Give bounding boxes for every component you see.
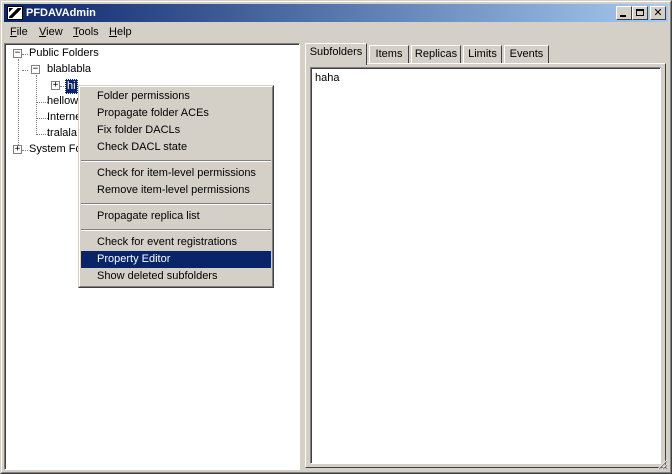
close-button[interactable]: ✕ [650, 6, 666, 20]
menu-help-accel: H [109, 26, 117, 38]
list-item[interactable]: haha [315, 72, 339, 85]
menu-tools-label: ools [78, 26, 99, 38]
menu-help-label: elp [116, 26, 132, 38]
tab-subfolders[interactable]: Subfolders [305, 43, 367, 65]
menu-item-property-editor[interactable]: Property Editor [81, 251, 271, 268]
minimize-icon [620, 15, 626, 17]
tree-node-tralala[interactable]: tralala [47, 127, 77, 140]
title-bar[interactable]: PFDAVAdmin ✕ [4, 4, 668, 22]
menu-separator [81, 229, 271, 231]
minimize-button[interactable] [616, 6, 632, 20]
menu-item-show-deleted-subfolders[interactable]: Show deleted subfolders [81, 268, 271, 285]
menu-file[interactable]: File [10, 26, 28, 39]
tree-line [22, 54, 28, 55]
tree-line [22, 70, 28, 71]
tab-limits[interactable]: Limits [463, 45, 502, 64]
menu-file-label: ile [16, 26, 28, 38]
close-icon: ✕ [653, 6, 663, 19]
tree-line [36, 75, 37, 135]
tree-node-selected[interactable]: hi [65, 79, 78, 94]
menu-item-remove-item-level-permissions[interactable]: Remove item-level permissions [81, 182, 271, 199]
menu-item-propagate-folder-aces[interactable]: Propagate folder ACEs [81, 105, 271, 122]
menu-item-check-dacl-state[interactable]: Check DACL state [81, 139, 271, 156]
expand-icon[interactable]: + [51, 81, 60, 90]
subfolders-panel: haha [305, 63, 666, 468]
tab-items[interactable]: Items [369, 45, 409, 64]
subfolders-list-inner: haha [311, 68, 660, 463]
menu-separator [81, 203, 271, 205]
tab-events[interactable]: Events [504, 45, 549, 64]
menu-separator [81, 160, 271, 162]
menu-item-check-item-level-permissions[interactable]: Check for item-level permissions [81, 165, 271, 182]
menu-item-check-event-registrations[interactable]: Check for event registrations [81, 234, 271, 251]
menu-help[interactable]: Help [109, 26, 132, 39]
app-icon [7, 6, 23, 20]
tree-node-internet[interactable]: Interne [47, 111, 81, 124]
main-window: PFDAVAdmin ✕ File View Tools Help − Publ… [0, 0, 672, 474]
maximize-button[interactable] [632, 6, 648, 20]
tree-line [18, 59, 19, 151]
menu-item-folder-permissions[interactable]: Folder permissions [81, 88, 271, 105]
expand-icon[interactable]: + [13, 145, 22, 154]
menu-tools[interactable]: Tools [73, 26, 99, 39]
tree-node-system-folders[interactable]: System Fo [29, 143, 82, 156]
menu-view[interactable]: View [39, 26, 63, 39]
subfolders-list[interactable]: haha [310, 67, 661, 464]
detail-pane: Subfolders Items Replicas Limits Events … [303, 43, 668, 470]
menu-file-accel: F [10, 26, 17, 38]
menu-item-fix-folder-dacls[interactable]: Fix folder DACLs [81, 122, 271, 139]
tab-replicas[interactable]: Replicas [411, 45, 461, 64]
menu-item-propagate-replica-list[interactable]: Propagate replica list [81, 208, 271, 225]
tree-line [22, 150, 28, 151]
tree-node-hellow[interactable]: hellow [47, 95, 78, 108]
window-title: PFDAVAdmin [26, 7, 96, 19]
resize-grip-icon[interactable] [656, 458, 668, 470]
menu-view-label: iew [46, 26, 63, 38]
collapse-icon[interactable]: − [31, 65, 40, 74]
tree-node-blablabla[interactable]: blablabla [47, 63, 91, 76]
menu-bar: File View Tools Help [4, 23, 668, 42]
context-menu: Folder permissions Propagate folder ACEs… [78, 85, 274, 288]
tree-node-public-folders[interactable]: Public Folders [29, 47, 99, 60]
collapse-icon[interactable]: − [13, 49, 22, 58]
maximize-icon [636, 9, 644, 16]
